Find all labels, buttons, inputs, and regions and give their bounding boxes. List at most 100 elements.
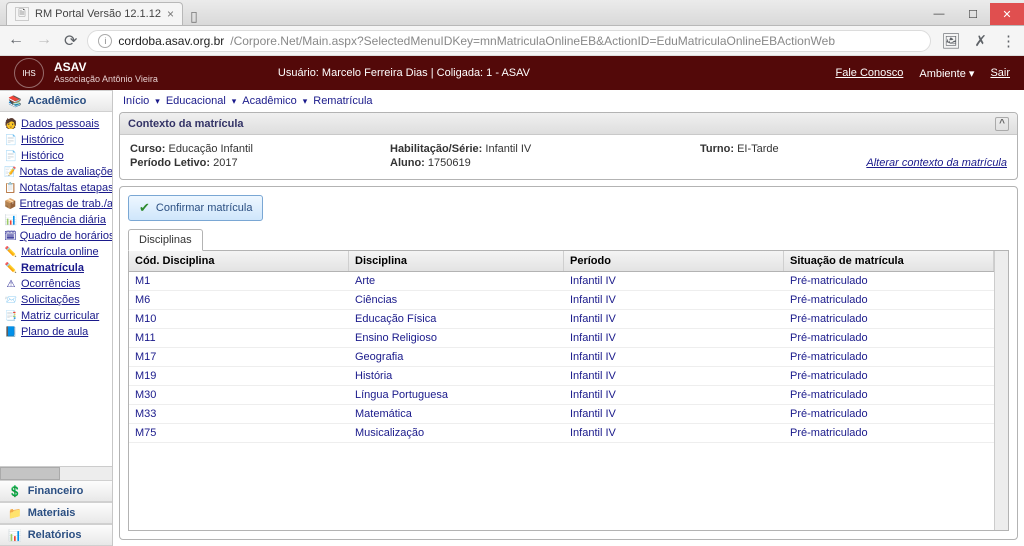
user-info: Usuário: Marcelo Ferreira Dias | Coligad… <box>278 67 530 79</box>
cell-cod: M6 <box>129 291 349 309</box>
sidebar-item[interactable]: ✏️Matrícula online <box>4 244 110 260</box>
curso-value: Educação Infantil <box>169 143 253 155</box>
grid-vertical-scrollbar[interactable] <box>994 251 1008 530</box>
aluno-value: 1750619 <box>428 157 471 169</box>
sidebar-item-icon: ✏️ <box>4 261 18 275</box>
site-info-icon[interactable]: i <box>98 34 112 48</box>
money-icon: 💲 <box>8 485 22 498</box>
sidebar-horizontal-scrollbar[interactable] <box>0 466 112 480</box>
periodo-value: 2017 <box>213 157 237 169</box>
sidebar-item[interactable]: 📦Entregas de trab./a <box>4 196 110 212</box>
cell-disciplina: Ensino Religioso <box>349 329 564 347</box>
sidebar-item-label: Matriz curricular <box>21 310 99 322</box>
translate-icon[interactable]: 🖼 <box>941 32 960 50</box>
chevron-down-icon: ▾ <box>232 96 237 107</box>
nav-reload-icon[interactable]: ⟳ <box>64 31 77 51</box>
sidebar-item[interactable]: 🧑Dados pessoais <box>4 116 110 132</box>
sidebar-item[interactable]: 📄Histórico <box>4 148 110 164</box>
table-row[interactable]: M19HistóriaInfantil IVPré-matriculado <box>129 367 994 386</box>
org-name: ASAV <box>54 61 158 74</box>
cell-situacao: Pré-matriculado <box>784 386 994 404</box>
breadcrumb-item[interactable]: Acadêmico <box>242 95 296 107</box>
sidebar-section-relatorios[interactable]: 📊 Relatórios <box>0 524 112 546</box>
table-row[interactable]: M11Ensino ReligiosoInfantil IVPré-matric… <box>129 329 994 348</box>
table-row[interactable]: M1ArteInfantil IVPré-matriculado <box>129 272 994 291</box>
sidebar-item[interactable]: 📑Matriz curricular <box>4 308 110 324</box>
col-periodo[interactable]: Período <box>564 251 784 271</box>
sidebar-section-academico[interactable]: 📚 Acadêmico <box>0 90 112 112</box>
sidebar-item[interactable]: 📨Solicitações <box>4 292 110 308</box>
fale-conosco-link[interactable]: Fale Conosco <box>835 67 903 79</box>
col-disciplina[interactable]: Disciplina <box>349 251 564 271</box>
sair-link[interactable]: Sair <box>990 67 1010 79</box>
sidebar-item-label: Matrícula online <box>21 246 99 258</box>
col-situacao[interactable]: Situação de matrícula <box>784 251 994 271</box>
org-logo-icon: IHS <box>14 58 44 88</box>
cell-periodo: Infantil IV <box>564 367 784 385</box>
window-minimize-button[interactable]: — <box>922 3 956 25</box>
cell-periodo: Infantil IV <box>564 272 784 290</box>
compat-icon[interactable]: ✗ <box>974 32 987 50</box>
cell-periodo: Infantil IV <box>564 329 784 347</box>
alterar-contexto-link[interactable]: Alterar contexto da matrícula <box>700 157 1007 169</box>
cell-situacao: Pré-matriculado <box>784 424 994 442</box>
window-maximize-button[interactable]: ☐ <box>956 3 990 25</box>
col-cod-disciplina[interactable]: Cód. Disciplina <box>129 251 349 271</box>
sidebar-item-icon: 📨 <box>4 293 18 307</box>
cell-cod: M75 <box>129 424 349 442</box>
table-row[interactable]: M30Língua PortuguesaInfantil IVPré-matri… <box>129 386 994 405</box>
sidebar-section-materiais[interactable]: 📁 Materiais <box>0 502 112 524</box>
new-tab-button[interactable]: ▯ <box>183 7 205 25</box>
sidebar-item-label: Ocorrências <box>21 278 80 290</box>
sidebar-item-icon: 📝 <box>4 165 16 179</box>
sidebar-item-label: Frequência diária <box>21 214 106 226</box>
sidebar-item[interactable]: 📝Notas de avaliações <box>4 164 110 180</box>
chevron-down-icon: ▾ <box>155 96 160 107</box>
table-row[interactable]: M10Educação FísicaInfantil IVPré-matricu… <box>129 310 994 329</box>
curso-label: Curso: <box>130 143 165 155</box>
nav-forward-icon[interactable]: → <box>36 31 52 51</box>
url-input[interactable]: i cordoba.asav.org.br /Corpore.Net/Main.… <box>87 30 931 52</box>
sidebar-item[interactable]: ⚠Ocorrências <box>4 276 110 292</box>
tab-close-icon[interactable]: × <box>167 7 174 21</box>
ambiente-dropdown[interactable]: Ambiente ▾ <box>919 67 974 80</box>
sidebar-section-financeiro[interactable]: 💲 Financeiro <box>0 480 112 502</box>
table-row[interactable]: M33MatemáticaInfantil IVPré-matriculado <box>129 405 994 424</box>
sidebar-item[interactable]: ✏️Rematrícula <box>4 260 110 276</box>
sidebar-item[interactable]: 📄Histórico <box>4 132 110 148</box>
sidebar-item[interactable]: 📘Plano de aula <box>4 324 110 340</box>
table-row[interactable]: M17GeografiaInfantil IVPré-matriculado <box>129 348 994 367</box>
cell-periodo: Infantil IV <box>564 424 784 442</box>
breadcrumb-item[interactable]: Rematrícula <box>313 95 372 107</box>
tab-disciplinas[interactable]: Disciplinas <box>128 229 203 251</box>
cell-cod: M1 <box>129 272 349 290</box>
breadcrumb: Início▾Educacional▾Acadêmico▾Rematrícula <box>113 90 1024 112</box>
sidebar-item-icon: 📘 <box>4 325 18 339</box>
sidebar-item-icon: 📦 <box>4 197 16 211</box>
tab-title: RM Portal Versão 12.1.12 <box>35 8 161 20</box>
breadcrumb-item[interactable]: Educacional <box>166 95 226 107</box>
nav-back-icon[interactable]: ← <box>8 31 24 51</box>
sidebar-item-label: Entregas de trab./a <box>19 198 112 210</box>
grid-header: Cód. Disciplina Disciplina Período Situa… <box>129 251 994 272</box>
sidebar-item-icon: 🧑 <box>4 117 18 131</box>
report-icon: 📊 <box>8 529 22 542</box>
table-row[interactable]: M6CiênciasInfantil IVPré-matriculado <box>129 291 994 310</box>
sidebar-item[interactable]: 🗓Quadro de horários <box>4 228 110 244</box>
context-panel: Contexto da matrícula ^ Curso: Educação … <box>119 112 1018 180</box>
breadcrumb-item[interactable]: Início <box>123 95 149 107</box>
sidebar-item[interactable]: 📋Notas/faltas etapas <box>4 180 110 196</box>
window-close-button[interactable]: ✕ <box>990 3 1024 25</box>
aluno-label: Aluno: <box>390 157 425 169</box>
cell-disciplina: Matemática <box>349 405 564 423</box>
menu-icon[interactable]: ⋮ <box>1001 32 1016 50</box>
browser-tab[interactable]: 🗎 RM Portal Versão 12.1.12 × <box>6 2 183 25</box>
sidebar-item[interactable]: 📊Frequência diária <box>4 212 110 228</box>
habilitacao-label: Habilitação/Série: <box>390 143 482 155</box>
app-header: IHS ASAV Associação Antônio Vieira Usuár… <box>0 56 1024 90</box>
confirmar-matricula-button[interactable]: ✔ Confirmar matrícula <box>128 195 263 221</box>
cell-cod: M30 <box>129 386 349 404</box>
window-controls: — ☐ ✕ <box>922 3 1024 25</box>
panel-collapse-icon[interactable]: ^ <box>995 117 1009 131</box>
table-row[interactable]: M75MusicalizaçãoInfantil IVPré-matricula… <box>129 424 994 443</box>
